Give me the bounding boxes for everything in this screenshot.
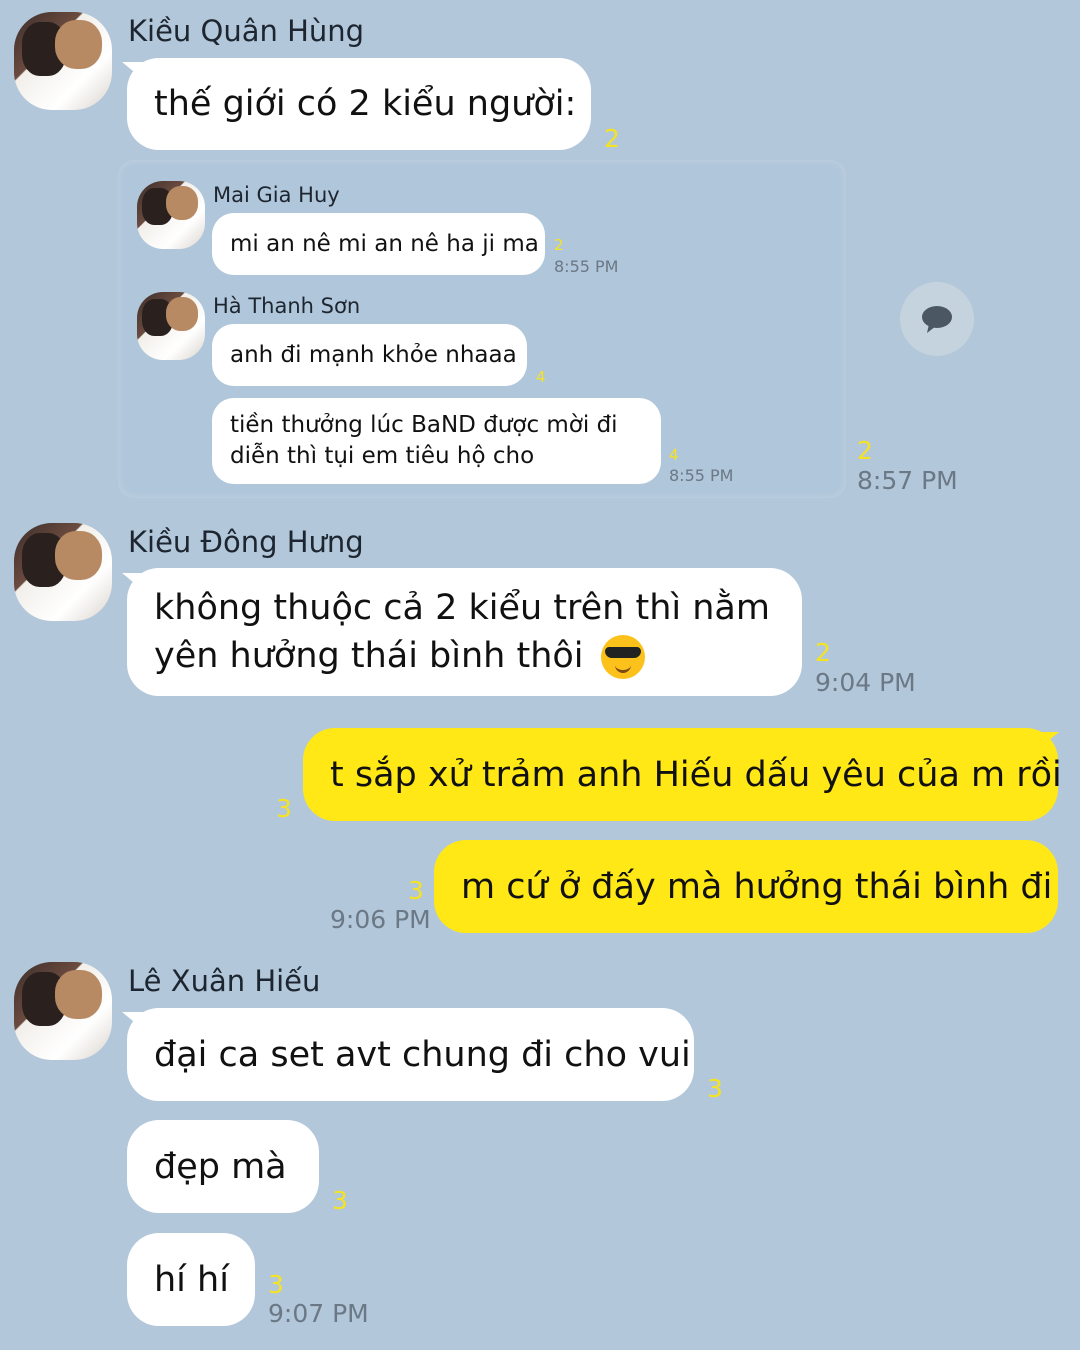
message-bubble[interactable]: anh đi mạnh khỏe nhaaa — [212, 324, 527, 386]
read-count: 3 — [707, 1074, 723, 1103]
avatar[interactable] — [14, 962, 112, 1060]
message-line: không thuộc cả 2 kiểu trên thì nằm — [154, 588, 770, 628]
read-count: 2 — [554, 236, 564, 254]
message-bubble[interactable]: hí hí — [127, 1233, 255, 1326]
message-time: 8:57 PM — [857, 466, 958, 495]
sender-name: Lê Xuân Hiếu — [128, 964, 321, 998]
message-time: 9:04 PM — [815, 668, 916, 697]
chat-bubble-icon — [922, 306, 952, 333]
message-bubble[interactable]: thế giới có 2 kiểu người: — [127, 58, 591, 150]
avatar[interactable] — [14, 523, 112, 621]
read-count: 3 — [268, 1270, 284, 1299]
read-count: 2 — [604, 124, 620, 153]
message-bubble[interactable]: không thuộc cả 2 kiểu trên thì nằm yên h… — [127, 568, 802, 696]
message-bubble[interactable]: mi an nê mi an nê ha ji ma — [212, 213, 545, 275]
read-count: 3 — [276, 794, 292, 823]
read-count: 2 — [815, 638, 831, 667]
message-time: 9:06 PM — [330, 905, 431, 934]
sender-name: Kiều Quân Hùng — [128, 14, 365, 48]
read-count: 2 — [857, 436, 873, 465]
avatar[interactable] — [137, 292, 205, 360]
sender-name: Kiều Đông Hưng — [128, 525, 364, 559]
read-count: 4 — [669, 446, 679, 464]
message-bubble[interactable]: tiền thưởng lúc BaND được mời đi diễn th… — [212, 398, 661, 484]
my-message-bubble[interactable]: t sắp xử trảm anh Hiếu dấu yêu của m rồi — [303, 728, 1062, 821]
sunglasses-emoji-icon — [600, 635, 645, 679]
read-count: 4 — [536, 368, 546, 386]
message-line: diễn thì tụi em tiêu hộ cho — [230, 443, 535, 469]
message-bubble[interactable]: đại ca set avt chung đi cho vui — [127, 1008, 694, 1101]
sender-name: Hà Thanh Sơn — [213, 294, 361, 318]
read-count: 3 — [408, 876, 424, 905]
share-button[interactable] — [900, 282, 974, 356]
read-count: 3 — [332, 1186, 348, 1215]
avatar[interactable] — [14, 12, 112, 110]
message-bubble[interactable]: đẹp mà — [127, 1120, 319, 1213]
avatar[interactable] — [137, 181, 205, 249]
message-time: 9:07 PM — [268, 1299, 369, 1328]
message-time: 8:55 PM — [554, 257, 619, 276]
message-line: tiền thưởng lúc BaND được mời đi — [230, 412, 618, 438]
my-message-bubble[interactable]: m cứ ở đấy mà hưởng thái bình đi — [434, 840, 1058, 933]
message-line: yên hưởng thái bình thôi — [154, 632, 645, 680]
message-time: 8:55 PM — [669, 466, 734, 485]
sender-name: Mai Gia Huy — [213, 183, 340, 207]
